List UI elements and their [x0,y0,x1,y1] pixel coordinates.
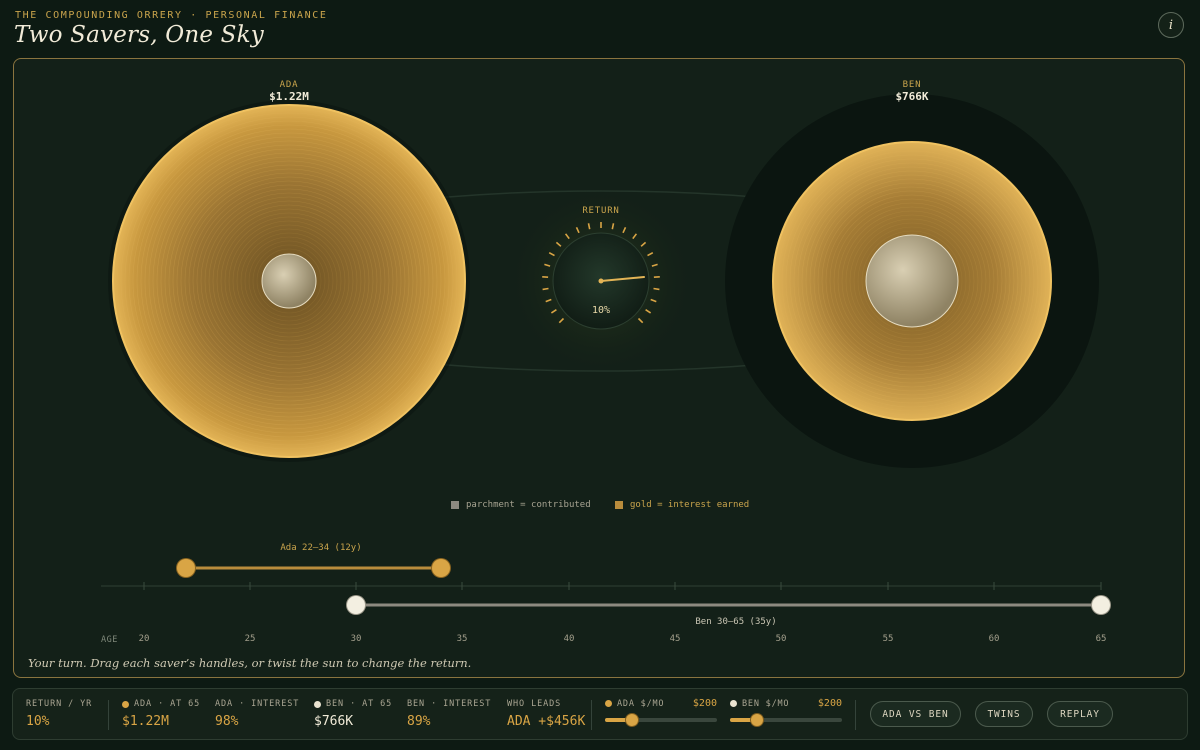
stat-ada-interest: ADA · INTEREST 98% [215,699,299,729]
stat-leader-value: ADA +$456K [507,714,586,729]
ada-planet[interactable] [108,100,470,462]
dial-tick [542,287,549,291]
age-tick-label: 60 [988,634,1000,644]
age-tick-label: 20 [138,634,150,644]
dial-tick [653,287,660,291]
divider [591,700,592,730]
ben-range-label: Ben 30–65 (35y) [695,617,777,627]
orrery-canvas [101,94,1102,607]
ben-start-handle[interactable] [347,596,365,614]
legend-interest: gold = interest earned [615,500,749,510]
ada-monthly-control: ADA $/MO $200 [605,698,717,726]
ada-monthly-slider-knob[interactable] [625,714,638,726]
ada-start-handle[interactable] [177,559,195,577]
stat-return-value: 10% [26,714,50,729]
ada-dot-icon [605,700,612,707]
ben-dot-icon [730,700,737,707]
stats-bar: RETURN / YR 10% ADA · AT 65 $1.22M ADA ·… [12,688,1188,740]
age-tick-label: 65 [1095,634,1107,644]
ben-monthly-control: BEN $/MO $200 [730,698,842,726]
age-tick-label: 40 [563,634,575,644]
ben-dot-icon [314,700,321,708]
ada-dot-icon [122,700,129,708]
ada-planet-label: ADA $1.22M [269,80,309,103]
stat-ada-at65-value: $1.22M [122,714,169,729]
orrery-stage: ADA $1.22M BEN $766K RETURN 10% parchmen… [13,58,1185,678]
stat-ben-at65-value: $766K [314,714,354,729]
stat-ben-at65-label: BEN · AT 65 [326,699,393,709]
ada-range-label: Ada 22–34 (12y) [280,543,362,553]
ben-planet-label: BEN $766K [895,80,928,103]
ada-end-handle[interactable] [432,559,450,577]
ben-monthly-value: $200 [817,698,842,709]
stat-ben-at65: BEN · AT 65 $766K [314,699,392,729]
parchment-swatch [451,501,459,509]
ada-contributed-core [261,253,317,309]
age-tick-label: 55 [882,634,894,644]
app-eyebrow: THE COMPOUNDING ORRERY · PERSONAL FINANC… [15,10,328,21]
ada-monthly-value: $200 [692,698,717,709]
stat-return-label: RETURN / YR [26,699,93,709]
instruction-footnote: Your turn. Drag each saver’s handles, or… [28,656,472,670]
replay-button[interactable]: REPLAY [1047,701,1113,727]
info-icon: i [1168,17,1174,33]
stat-leader-label: WHO LEADS [507,699,562,709]
age-tick-label: 50 [775,634,787,644]
ben-monthly-slider-knob[interactable] [750,714,763,726]
ada-vs-ben-button[interactable]: ADA VS BEN [870,701,961,727]
page-title: Two Savers, One Sky [14,22,264,48]
divider [855,700,856,730]
ada-monthly-slider[interactable] [605,714,717,726]
legend-contributed: parchment = contributed [451,500,591,510]
return-dial-label: RETURN [582,206,620,216]
age-tick-label: 25 [244,634,256,644]
ben-total: $766K [895,90,929,103]
age-axis-label: AGE [101,635,118,645]
info-button[interactable]: i [1158,12,1184,38]
ben-planet[interactable] [772,141,1052,421]
return-dial-value: 10% [591,305,611,316]
stat-ada-interest-label: ADA · INTEREST [215,699,300,709]
stat-ben-interest-label: BEN · INTEREST [407,699,492,709]
stat-return: RETURN / YR 10% [26,699,92,729]
ben-name: BEN [902,80,922,90]
stat-ada-at65: ADA · AT 65 $1.22M [122,699,200,729]
ben-end-handle[interactable] [1092,596,1110,614]
stat-leader: WHO LEADS ADA +$456K [507,699,585,729]
stat-ada-interest-value: 98% [215,714,239,729]
ben-monthly-label: BEN $/MO [742,698,790,709]
age-tick-label: 30 [350,634,362,644]
twins-button[interactable]: TWINS [975,701,1033,727]
stat-ada-at65-label: ADA · AT 65 [134,699,201,709]
ben-monthly-slider[interactable] [730,714,842,726]
age-tick-label: 35 [456,634,468,644]
ben-contributed-core [865,234,959,328]
stat-ben-interest-value: 89% [407,714,431,729]
divider [108,700,109,730]
age-tick-label: 45 [669,634,681,644]
ada-monthly-label: ADA $/MO [617,698,665,709]
gold-swatch [615,501,623,509]
ada-total: $1.22M [269,90,309,103]
ada-name: ADA [279,80,299,90]
stat-ben-interest: BEN · INTEREST 89% [407,699,491,729]
